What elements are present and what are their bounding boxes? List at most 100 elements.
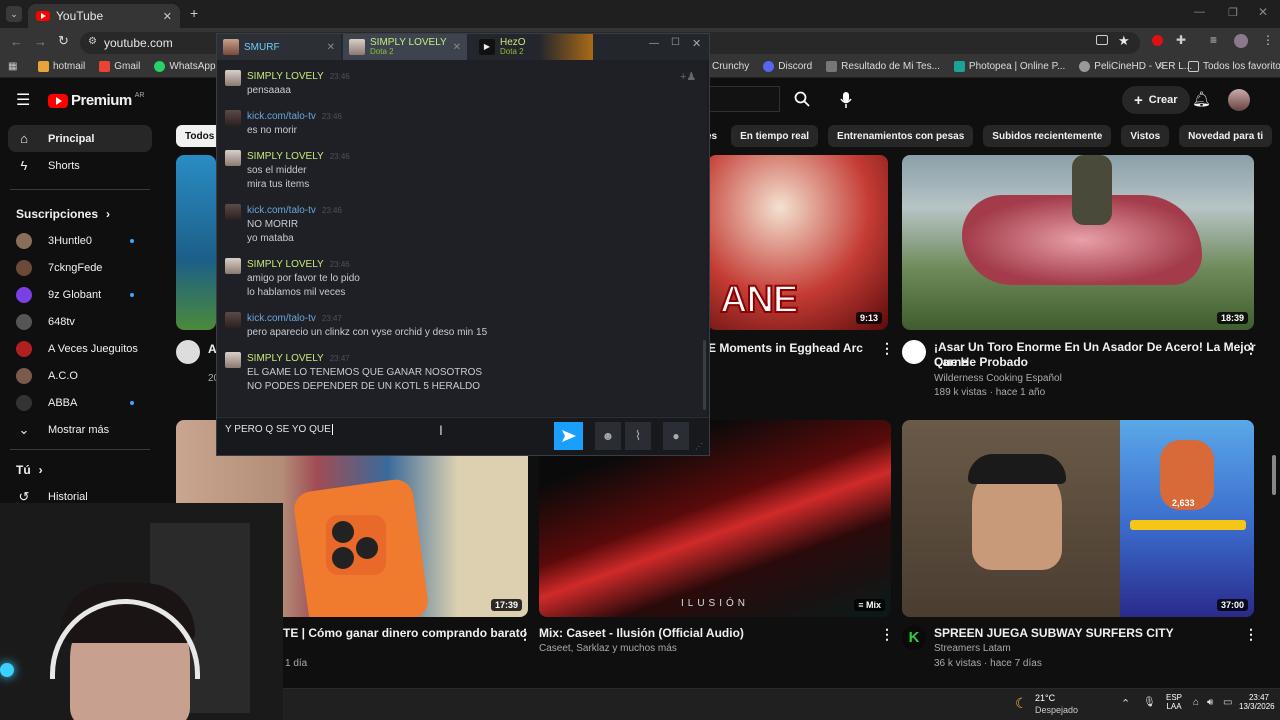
sidebar-subscription[interactable]: A Veces Jueguitos	[0, 335, 160, 362]
bookmark-whatsapp[interactable]: WhatsApp	[154, 61, 216, 72]
sidebar-item-principal[interactable]: ⌂ Principal	[8, 125, 152, 152]
video-thumbnail-egghead[interactable]: ANE 9:13	[708, 155, 888, 330]
close-tab-icon[interactable]: ✕	[453, 42, 461, 53]
sidebar-you-header[interactable]: Tú ›	[0, 456, 160, 483]
sidebar-subscription[interactable]: 648tv	[0, 308, 160, 335]
bookmark-resultado[interactable]: Resultado de Mi Tes...	[826, 61, 940, 72]
sidebar-subscription[interactable]: 3Huntle0	[0, 227, 160, 254]
weather-temp[interactable]: 21°C	[1035, 693, 1055, 703]
video-menu-icon[interactable]: ⋮	[880, 340, 894, 357]
close-tab-icon[interactable]: ✕	[327, 42, 335, 53]
chat-tab-hezo[interactable]: ▶ HezO Dota 2	[473, 34, 593, 60]
restore-window-icon[interactable]: ❐	[1228, 6, 1238, 19]
chat-username[interactable]: kick.com/talo-tv	[247, 205, 316, 216]
new-tab-icon[interactable]: +	[190, 5, 198, 21]
chat-username[interactable]: kick.com/talo-tv	[247, 111, 316, 122]
chat-username[interactable]: SIMPLY LOVELY	[247, 151, 324, 162]
video-menu-icon[interactable]: ⋮	[518, 626, 532, 643]
chat-username[interactable]: SIMPLY LOVELY	[247, 71, 324, 82]
volume-icon[interactable]: 🔊︎	[1207, 697, 1213, 708]
video-title[interactable]: E Moments in Egghead Arc	[708, 341, 863, 356]
bookmark-star-icon[interactable]: ★	[1118, 33, 1130, 49]
sidebar-subscription[interactable]: A.C.O	[0, 362, 160, 389]
video-menu-icon[interactable]: ⋮	[1244, 626, 1258, 643]
resize-grip-icon[interactable]: ⋰	[695, 442, 703, 451]
menu-icon[interactable]: ☰	[16, 90, 30, 110]
emoticon-button[interactable]: ☻	[595, 422, 621, 450]
user-avatar[interactable]	[1228, 89, 1250, 111]
avatar[interactable]	[225, 352, 241, 368]
weather-desc[interactable]: Despejado	[1035, 705, 1078, 715]
video-title[interactable]: TE | Cómo ganar dinero comprando barato	[283, 626, 527, 641]
bookmark-gmail[interactable]: Gmail	[99, 61, 140, 72]
bookmark-photopea[interactable]: Photopea | Online P...	[953, 61, 1065, 72]
weather-moon-icon[interactable]: ☾	[1015, 695, 1028, 712]
chat-username[interactable]: SIMPLY LOVELY	[247, 353, 324, 364]
page-scrollbar[interactable]	[1272, 455, 1276, 495]
chip-subidos[interactable]: Subidos recientemente	[983, 125, 1112, 147]
video-title[interactable]: SPREEN JUEGA SUBWAY SURFERS CITY	[934, 626, 1174, 641]
extension-red-icon[interactable]	[1152, 35, 1163, 46]
channel-name[interactable]: Streamers Latam	[934, 641, 1011, 656]
add-friend-icon[interactable]: +♟	[680, 70, 696, 83]
sidebar-subscription[interactable]: 7ckngFede	[0, 254, 160, 281]
back-icon[interactable]: ←	[10, 34, 23, 49]
sidebar-subs-header[interactable]: Suscripciones ›	[0, 200, 160, 227]
video-title-line2[interactable]: Que He Probado	[934, 355, 1028, 370]
avatar[interactable]	[225, 150, 241, 166]
video-menu-icon[interactable]: ⋮	[880, 626, 894, 643]
bookmark-discord[interactable]: Discord	[763, 61, 812, 72]
avatar[interactable]	[225, 312, 241, 328]
search-input[interactable]	[708, 86, 780, 112]
sidebar-item-shorts[interactable]: ϟ Shorts	[0, 152, 160, 179]
chat-tab-simply-lovely[interactable]: SIMPLY LOVELY Dota 2 ✕	[343, 34, 467, 60]
send-button[interactable]	[554, 422, 583, 450]
browser-tab-youtube[interactable]: YouTube ✕	[28, 4, 180, 28]
video-title[interactable]: Mix: Caseet - Ilusión (Official Audio)	[539, 626, 744, 641]
tray-chevron-up-icon[interactable]: ⌃	[1121, 697, 1130, 710]
reading-list-icon[interactable]: ≡	[1210, 33, 1217, 47]
channel-avatar[interactable]	[176, 340, 200, 364]
tray-mic-icon[interactable]: 🎙︎	[1143, 697, 1156, 708]
chip-vistos[interactable]: Vistos	[1121, 125, 1170, 147]
chrome-menu-icon[interactable]: ⋮	[1262, 33, 1274, 47]
create-button[interactable]: + Crear	[1122, 86, 1190, 114]
extensions-icon[interactable]: ✚	[1176, 33, 1186, 47]
bookmark-crunchy[interactable]: Crunchy	[712, 61, 749, 72]
more-bookmarks-icon[interactable]: »	[1158, 60, 1164, 72]
channel-avatar[interactable]	[902, 340, 926, 364]
chat-scrollbar[interactable]	[703, 340, 706, 410]
chip-entrenamientos[interactable]: Entrenamientos con pesas	[828, 125, 974, 147]
chat-maximize-icon[interactable]: ☐	[671, 37, 680, 48]
tab-search-icon[interactable]: ⌄	[6, 6, 22, 22]
channel-name[interactable]: Wilderness Cooking Español	[934, 371, 1062, 386]
youtube-logo[interactable]: Premium AR	[48, 92, 144, 109]
all-bookmarks[interactable]: Todos los favoritos	[1188, 61, 1280, 72]
chat-input[interactable]: Y PERO Q SE YO QUE	[225, 424, 333, 435]
bookmark-pelicine[interactable]: PeliCineHD - VER L...	[1079, 61, 1192, 72]
avatar[interactable]	[225, 110, 241, 126]
minimize-window-icon[interactable]: —	[1194, 6, 1205, 18]
profile-avatar[interactable]	[1234, 34, 1248, 48]
voice-search-button[interactable]	[832, 87, 860, 113]
voice-button[interactable]: ●	[663, 422, 689, 450]
sidebar-show-more[interactable]: ⌄ Mostrar más	[0, 416, 160, 443]
avatar[interactable]	[225, 204, 241, 220]
apps-grid-icon[interactable]: ▦	[8, 61, 17, 72]
notifications-bell-icon[interactable]: 🔔︎	[1192, 90, 1211, 108]
video-menu-icon[interactable]: ⋮	[1244, 340, 1258, 357]
battery-icon[interactable]: ▭	[1223, 697, 1232, 708]
chip-en-tiempo-real[interactable]: En tiempo real	[731, 125, 819, 147]
video-thumbnail-toro[interactable]: 18:39	[902, 155, 1254, 330]
forward-icon[interactable]: →	[34, 34, 47, 49]
attach-button[interactable]: ⌇	[625, 422, 651, 450]
sidebar-subscription[interactable]: ABBA	[0, 389, 160, 416]
site-info-icon[interactable]: ⚙	[88, 36, 97, 47]
clock[interactable]: 23:47 13/3/2026	[1239, 693, 1275, 711]
chat-username[interactable]: SIMPLY LOVELY	[247, 259, 324, 270]
chat-close-icon[interactable]: ✕	[692, 37, 701, 50]
bookmark-hotmail[interactable]: hotmail	[38, 61, 85, 72]
channel-avatar-kick[interactable]: K	[902, 626, 926, 650]
chip-novedad[interactable]: Novedad para ti	[1179, 125, 1273, 147]
close-tab-icon[interactable]: ✕	[163, 10, 172, 23]
